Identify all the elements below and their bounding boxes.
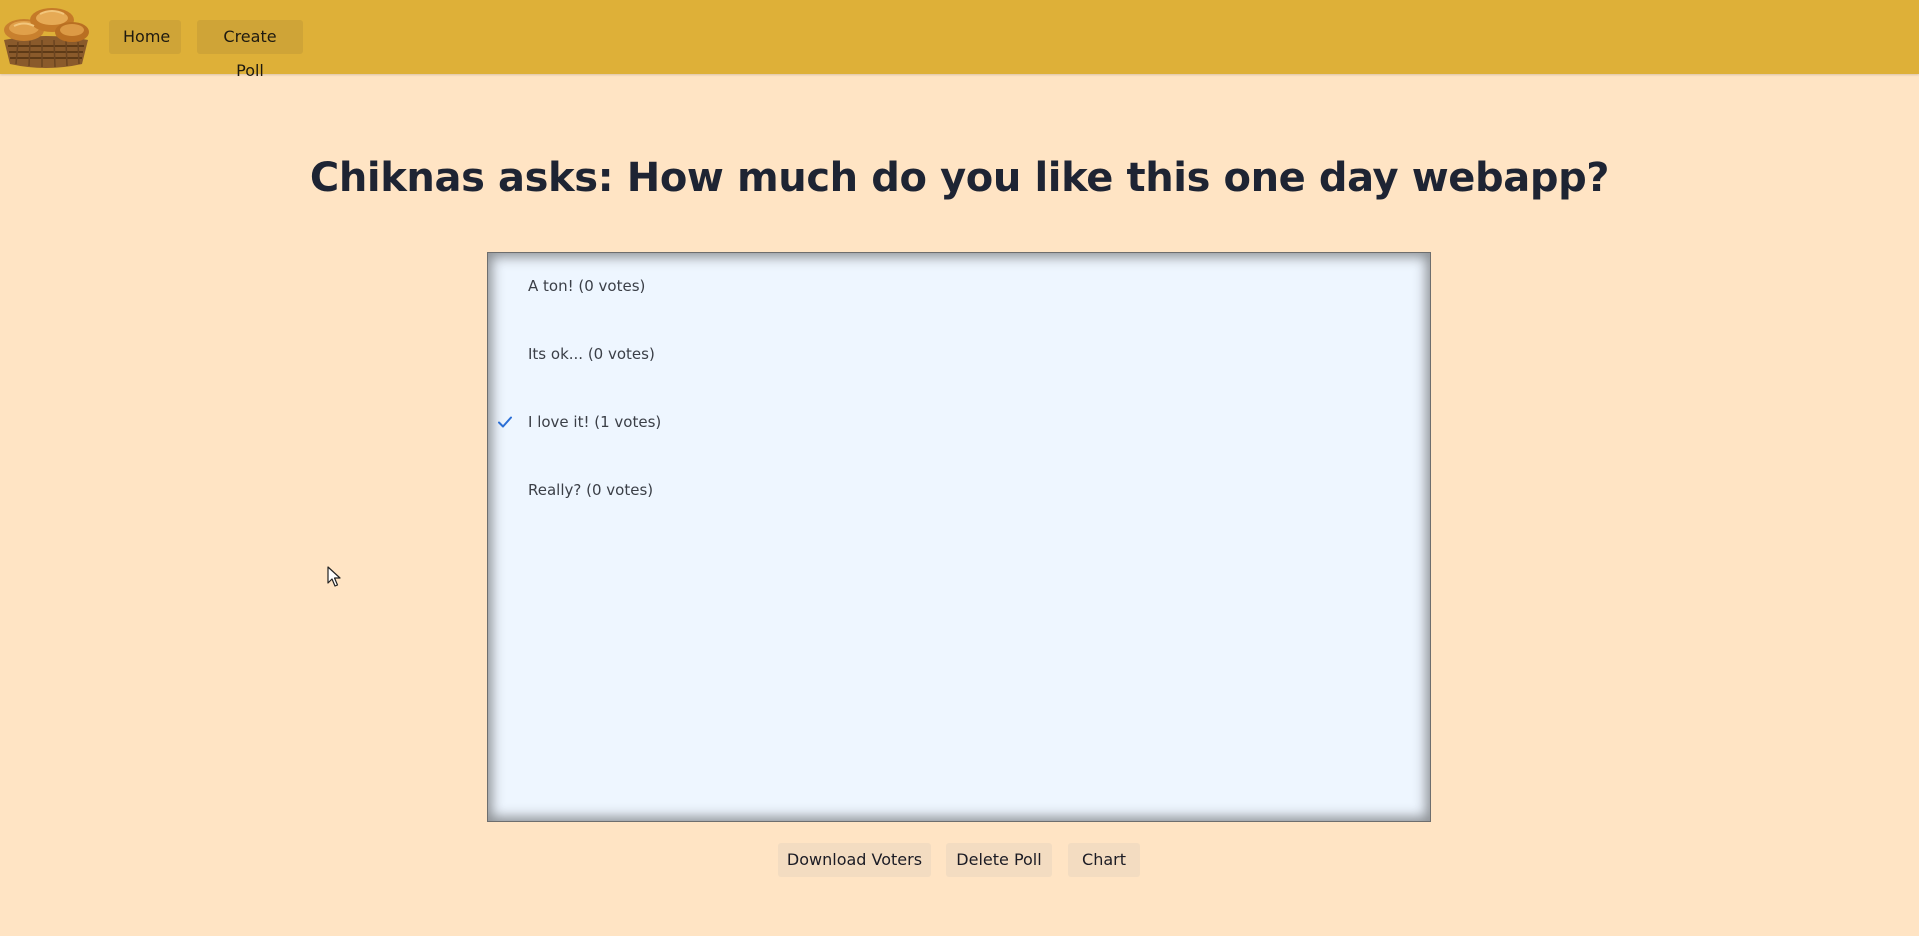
poll-option-label: I love it! (1 votes) [528,413,662,431]
checkmark-icon [495,412,515,432]
poll-option-selected[interactable]: I love it! (1 votes) [488,403,1430,443]
poll-option-label: A ton! (0 votes) [528,277,646,295]
poll-option-label: Really? (0 votes) [528,481,654,499]
poll-option[interactable]: Really? (0 votes) [488,471,1430,511]
chart-button[interactable]: Chart [1068,843,1140,877]
mouse-cursor-icon [327,566,343,588]
croissant-basket-logo[interactable] [0,2,92,70]
delete-poll-button[interactable]: Delete Poll [946,843,1052,877]
poll-option[interactable]: A ton! (0 votes) [488,267,1430,307]
top-navbar: Home Create Poll [0,0,1919,80]
home-button[interactable]: Home [109,20,181,54]
poll-option[interactable]: Its ok... (0 votes) [488,335,1430,375]
poll-option-label: Its ok... (0 votes) [528,345,655,363]
poll-options-list: A ton! (0 votes) Its ok... (0 votes) I l… [487,252,1431,822]
download-voters-button[interactable]: Download Voters [778,843,931,877]
create-poll-button[interactable]: Create Poll [197,20,303,80]
poll-title: Chiknas asks: How much do you like this … [309,155,1610,201]
